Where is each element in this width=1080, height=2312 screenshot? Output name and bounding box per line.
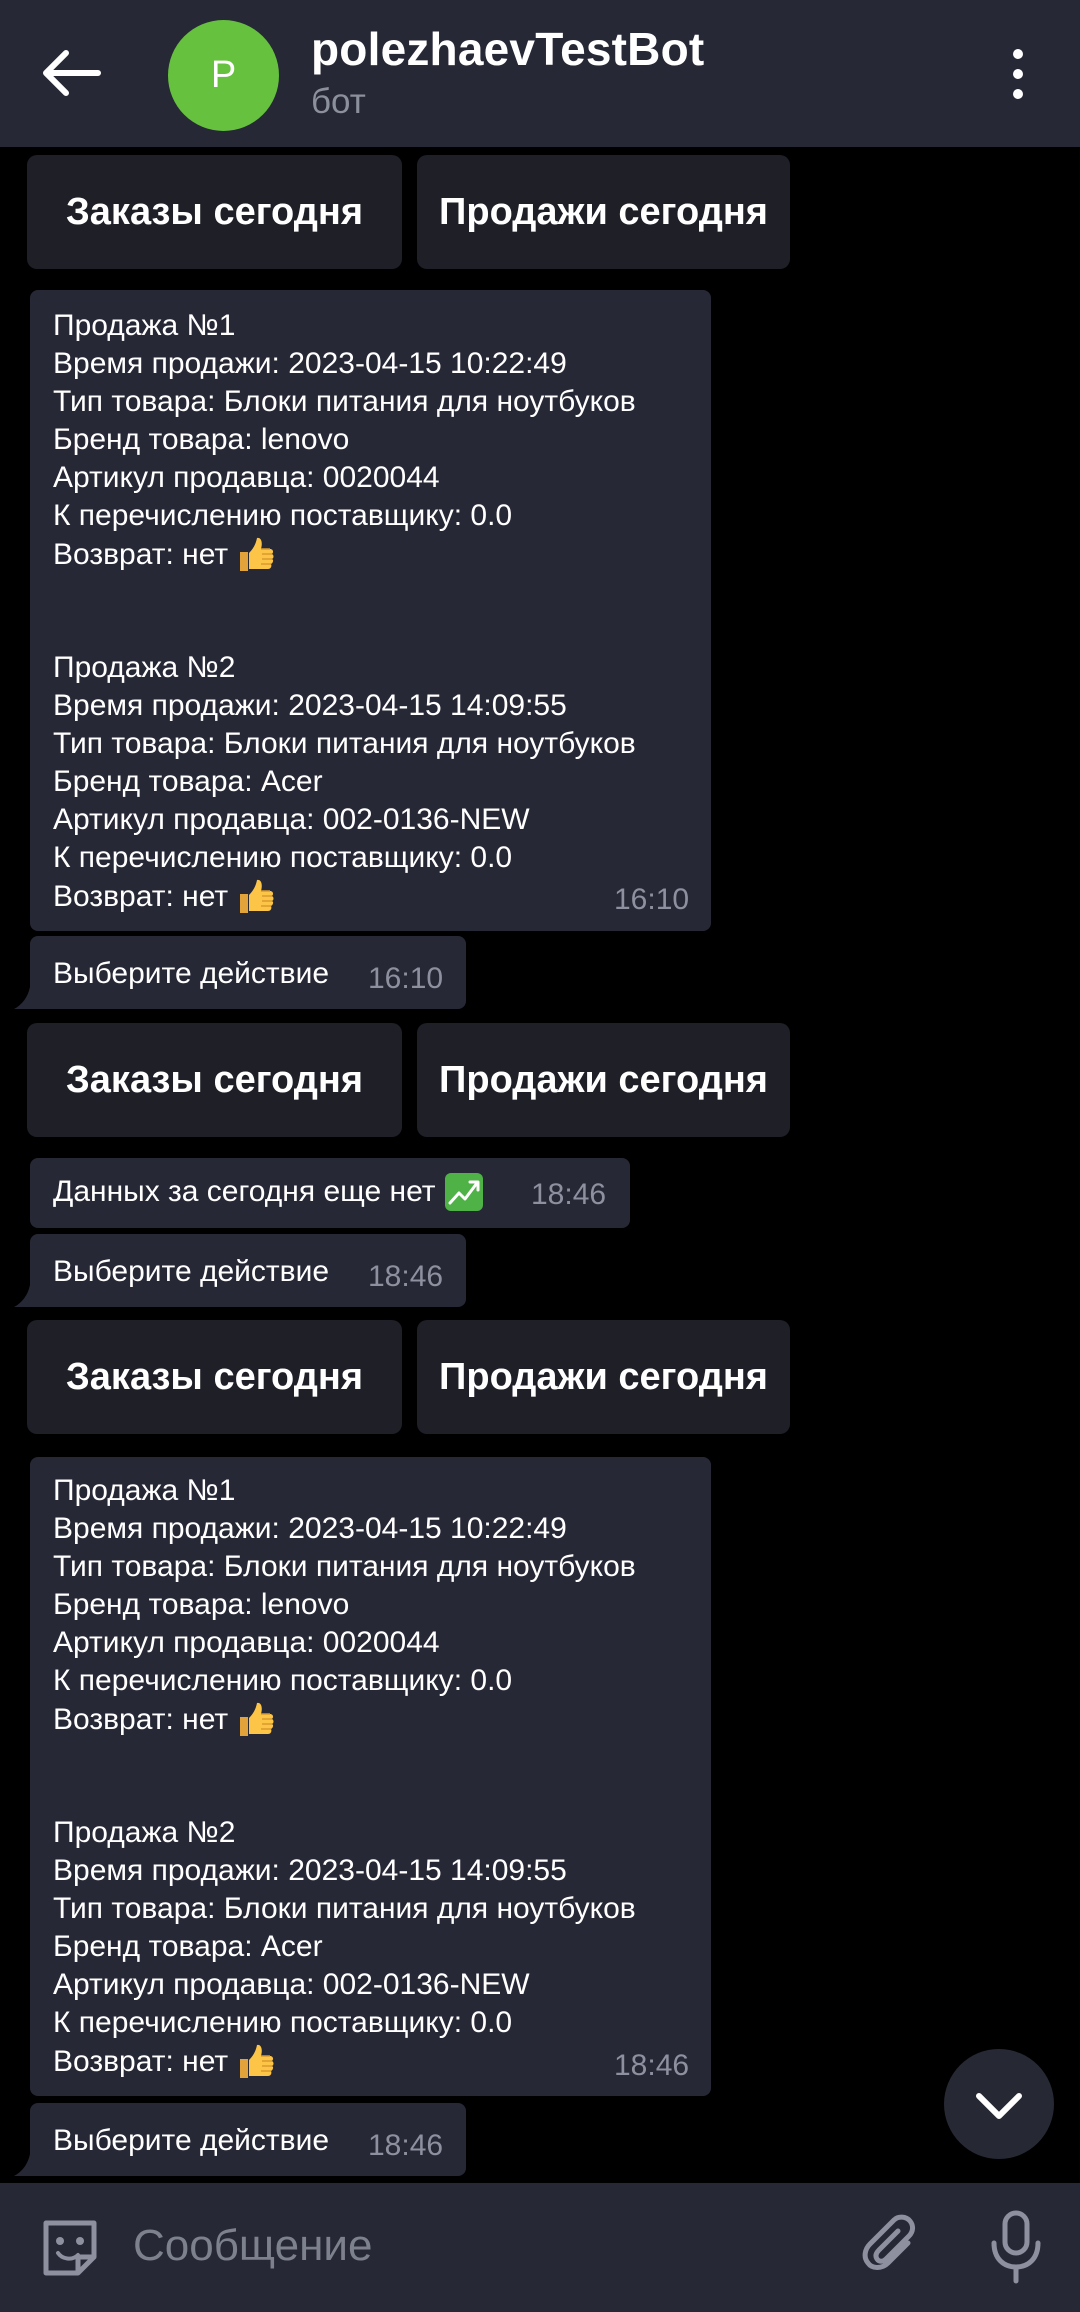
- message-line: Продажа №1: [53, 309, 236, 342]
- message-line: Артикул продавца: 002-0136-NEW: [53, 1968, 530, 2001]
- thumbs-up-icon: [240, 1702, 274, 1736]
- message-line: Возврат: нет: [53, 1700, 276, 1740]
- message-line: Тип товара: Блоки питания для ноутбуков: [53, 1550, 636, 1583]
- message-line: Бренд товара: lenovo: [53, 423, 350, 456]
- message-line: Тип товара: Блоки питания для ноутбуков: [53, 727, 636, 760]
- message-bubble: Выберите действие 16:10: [14, 936, 466, 1009]
- chevron-down-icon: [976, 2093, 1022, 2119]
- message-line: Время продажи: 2023-04-15 14:09:55: [53, 1854, 567, 1887]
- chart-increasing-yen-icon: [444, 1173, 483, 1211]
- message-line-text: Возврат: нет: [53, 538, 229, 571]
- message-text: Данных за сегодня еще нет: [53, 1175, 436, 1208]
- avatar[interactable]: P: [168, 20, 279, 131]
- bubble-tail: [14, 2154, 34, 2176]
- message-line: К перечислению поставщику: 0.0: [53, 1664, 513, 1697]
- message-line: Время продажи: 2023-04-15 10:22:49: [53, 347, 567, 380]
- sales-today-button[interactable]: Продажи сегодня: [417, 155, 790, 269]
- orders-today-button[interactable]: Заказы сегодня: [27, 1320, 402, 1434]
- message-line: Возврат: нет: [53, 535, 276, 575]
- thumbs-up-icon: [240, 2044, 274, 2078]
- message-bubble: Продажа №1 Время продажи: 2023-04-15 10:…: [30, 290, 711, 931]
- scroll-down-button[interactable]: [944, 2049, 1054, 2159]
- message-line: Артикул продавца: 0020044: [53, 1626, 440, 1659]
- orders-today-button[interactable]: Заказы сегодня: [27, 155, 402, 269]
- message-line: Тип товара: Блоки питания для ноутбуков: [53, 385, 636, 418]
- message-bubble: Выберите действие 18:46: [14, 1234, 466, 1307]
- chat-subtitle: бот: [311, 82, 366, 121]
- message-time: 18:46: [531, 1178, 607, 1211]
- message-line: Время продажи: 2023-04-15 14:09:55: [53, 689, 567, 722]
- message-bubble: Продажа №1 Время продажи: 2023-04-15 10:…: [30, 1457, 711, 2096]
- message-line: Бренд товара: Acer: [53, 1930, 323, 1963]
- message-line: Продажа №1: [53, 1474, 236, 1507]
- message-time: 18:46: [614, 2049, 690, 2082]
- message-line-text: Возврат: нет: [53, 1703, 229, 1736]
- message-line: Артикул продавца: 0020044: [53, 461, 440, 494]
- message-line: Время продажи: 2023-04-15 10:22:49: [53, 1512, 567, 1545]
- microphone-icon[interactable]: [988, 2209, 1044, 2285]
- chat-title[interactable]: polezhaevTestBot: [311, 22, 704, 76]
- message-composer: Сообщение: [0, 2183, 1080, 2312]
- sticker-smile-icon[interactable]: [36, 2215, 104, 2283]
- message-line: Бренд товара: Acer: [53, 765, 323, 798]
- message-line: Возврат: нет: [53, 877, 276, 917]
- avatar-letter: P: [210, 54, 237, 96]
- message-line: Артикул продавца: 002-0136-NEW: [53, 803, 530, 836]
- sales-today-button[interactable]: Продажи сегодня: [417, 1023, 790, 1137]
- message-text: Выберите действие: [53, 1255, 330, 1288]
- bubble-tail: [14, 987, 34, 1009]
- message-line: Продажа №2: [53, 1816, 236, 1849]
- message-input[interactable]: Сообщение: [133, 2221, 372, 2271]
- message-line: К перечислению поставщику: 0.0: [53, 841, 513, 874]
- message-line: К перечислению поставщику: 0.0: [53, 2006, 513, 2039]
- message-line: Тип товара: Блоки питания для ноутбуков: [53, 1892, 636, 1925]
- paperclip-icon[interactable]: [858, 2213, 928, 2283]
- message-time: 18:46: [368, 1260, 444, 1293]
- message-text: Выберите действие: [53, 2124, 330, 2157]
- sales-today-button[interactable]: Продажи сегодня: [417, 1320, 790, 1434]
- message-time: 16:10: [368, 962, 444, 995]
- message-line: Данных за сегодня еще нет: [53, 1172, 484, 1212]
- message-line-text: Возврат: нет: [53, 2045, 229, 2078]
- message-time: 16:10: [614, 883, 690, 916]
- thumbs-up-icon: [240, 879, 274, 913]
- message-bubble: Выберите действие 18:46: [14, 2103, 466, 2176]
- message-line: Бренд товара: lenovo: [53, 1588, 350, 1621]
- message-time: 18:46: [368, 2129, 444, 2162]
- message-line-text: Возврат: нет: [53, 880, 229, 913]
- more-vertical-icon[interactable]: [1000, 48, 1036, 100]
- chat-header: P polezhaevTestBot бот: [0, 0, 1080, 147]
- message-line: К перечислению поставщику: 0.0: [53, 499, 513, 532]
- arrow-left-icon[interactable]: [38, 43, 104, 103]
- bubble-tail: [14, 1285, 34, 1307]
- thumbs-up-icon: [240, 537, 274, 571]
- message-line: Возврат: нет: [53, 2042, 276, 2082]
- message-line: Продажа №2: [53, 651, 236, 684]
- orders-today-button[interactable]: Заказы сегодня: [27, 1023, 402, 1137]
- message-bubble: Данных за сегодня еще нет 18:46: [30, 1158, 630, 1228]
- message-text: Выберите действие: [53, 957, 330, 990]
